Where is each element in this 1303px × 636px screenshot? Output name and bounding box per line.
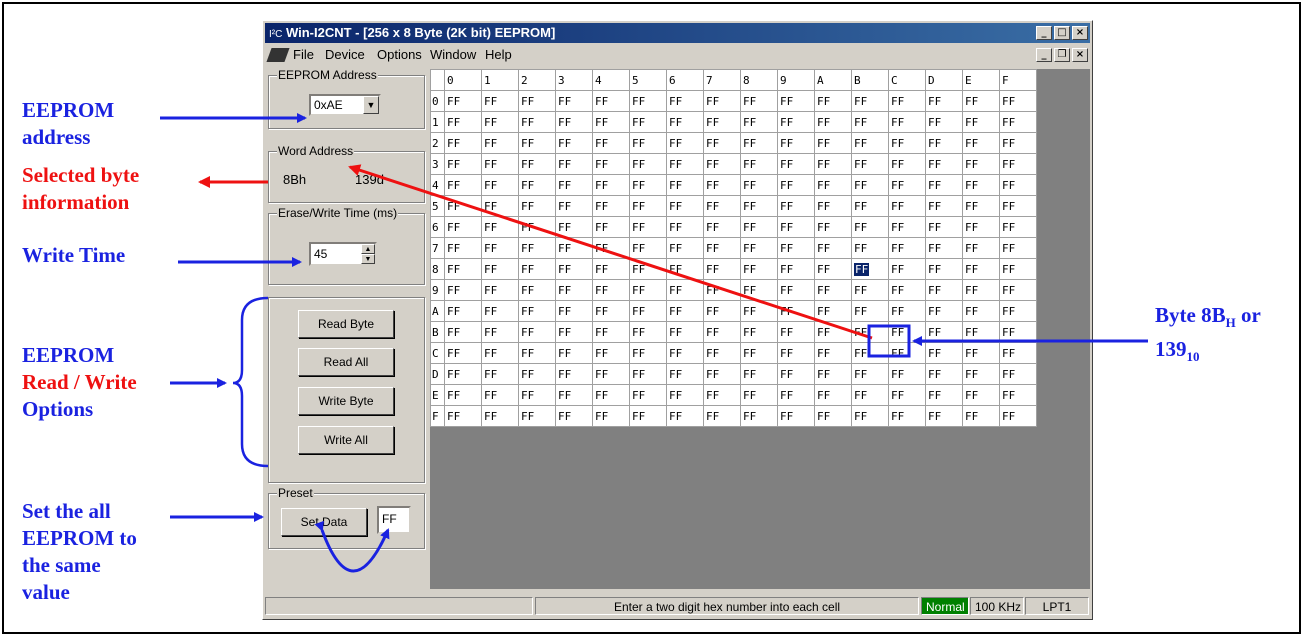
arrow-preset-curve bbox=[314, 520, 390, 573]
selected-cell-highlight bbox=[867, 324, 911, 358]
brace-rw-options bbox=[232, 296, 269, 468]
annotation-arrows bbox=[160, 113, 1148, 573]
arrow-selected-cell-to-info bbox=[348, 164, 873, 340]
